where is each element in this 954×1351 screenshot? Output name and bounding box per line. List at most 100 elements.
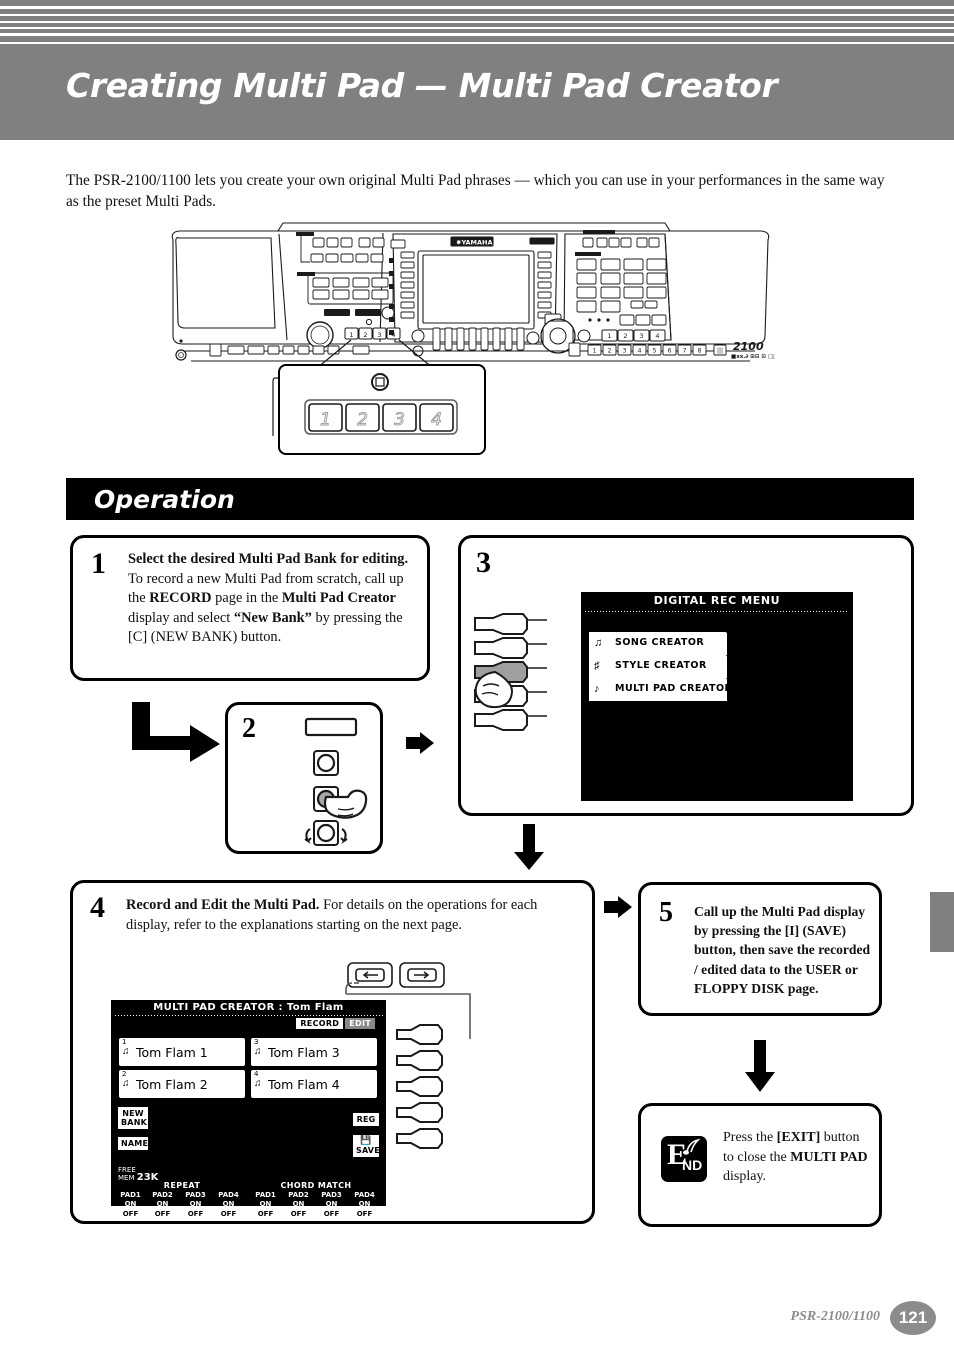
toggle-off-value: OFF xyxy=(352,1210,377,1218)
step-3-lcd-screen: DIGITAL REC MENU ♫ SONG CREATOR ♯ STYLE … xyxy=(581,592,853,801)
svg-text:3: 3 xyxy=(639,332,643,340)
pad-name: Tom Flam 1 xyxy=(136,1045,208,1060)
toggle-pad-label: PAD2 xyxy=(288,1191,309,1199)
chord-match-section-label: CHORD MATCH xyxy=(280,1181,352,1190)
toggle-on-label: ON xyxy=(325,1200,338,1208)
step-1-text: Select the desired Multi Pad Bank for ed… xyxy=(128,551,409,646)
save-button[interactable]: 💾 SAVE xyxy=(353,1135,380,1157)
arrow-step4-to-step5 xyxy=(604,896,632,918)
end-note-text: Press the [EXIT] button to close the MUL… xyxy=(723,1130,868,1184)
pad-voice-icon: ♫ xyxy=(254,1046,262,1057)
pad-voice-icon: ♫ xyxy=(254,1078,262,1089)
free-memory-indicator: FREE MEM 23K xyxy=(118,1167,158,1183)
step-1-box: 1 Select the desired Multi Pad Bank for … xyxy=(70,535,430,681)
toggle-off-value: OFF xyxy=(253,1210,278,1218)
toggle-on-label: ON xyxy=(358,1200,371,1208)
toggle-on-label: ON xyxy=(156,1200,169,1208)
pad-voice-icon: ♫ xyxy=(122,1046,130,1057)
svg-text:■xx.∂ ⊞⊟ ⊡ □□: ■xx.∂ ⊞⊟ ⊡ □□ xyxy=(731,354,775,360)
toggle-off-value: OFF xyxy=(216,1210,241,1218)
svg-text:2: 2 xyxy=(623,332,627,340)
arrow-step2-to-step3 xyxy=(406,732,434,754)
pad-cell-2[interactable]: 2 ♫ Tom Flam 2 xyxy=(118,1069,246,1099)
step-4-number: 4 xyxy=(90,891,105,924)
menu-item-label: MULTI PAD CREATOR xyxy=(615,683,733,694)
style-icon: ♯ xyxy=(594,660,600,672)
tab-record[interactable]: RECORD xyxy=(296,1018,344,1029)
step-2-number: 2 xyxy=(242,713,256,744)
new-bank-button[interactable]: NEW BANK xyxy=(118,1107,148,1129)
footer-page-number: 121 xyxy=(890,1301,936,1335)
menu-item-song-creator[interactable]: ♫ SONG CREATOR xyxy=(589,632,727,655)
step-5-box: 5 Call up the Multi Pad display by press… xyxy=(638,882,882,1016)
pad-name: Tom Flam 2 xyxy=(136,1077,208,1092)
svg-text:8: 8 xyxy=(698,348,702,355)
toggle-on-label: ON xyxy=(259,1200,272,1208)
pad-cell-1[interactable]: 1 ♫ Tom Flam 1 xyxy=(118,1037,246,1067)
tab-edit[interactable]: EDIT xyxy=(345,1018,375,1029)
lcd-title: DIGITAL REC MENU xyxy=(653,594,781,607)
toggle-on-label: ON xyxy=(222,1200,235,1208)
page-title-bar: Creating Multi Pad — Multi Pad Creator xyxy=(0,44,954,140)
toggle-on-label: ON xyxy=(189,1200,202,1208)
toggle-on-label: ON xyxy=(124,1200,137,1208)
lcd-title: MULTI PAD CREATOR : Tom Flam xyxy=(153,1002,344,1013)
toggle-off-value: OFF xyxy=(183,1210,208,1218)
step-4-box: 4 Record and Edit the Multi Pad. For det… xyxy=(70,880,595,1224)
pad-number: 1 xyxy=(122,1038,127,1046)
step-5-number: 5 xyxy=(659,897,673,928)
svg-text:4: 4 xyxy=(655,332,659,340)
floppy-icon: 💾 xyxy=(360,1136,372,1146)
pad-name: Tom Flam 3 xyxy=(268,1045,340,1060)
toggle-on-label: ON xyxy=(292,1200,305,1208)
toggle-pad-label: PAD3 xyxy=(321,1191,342,1199)
svg-text:3: 3 xyxy=(394,410,405,430)
svg-text:1: 1 xyxy=(593,348,597,355)
step-2-panel-graphic xyxy=(304,717,368,846)
svg-text:1: 1 xyxy=(320,410,331,430)
reg-button[interactable]: REG xyxy=(353,1113,379,1126)
svg-text:1: 1 xyxy=(349,331,353,339)
svg-text:✸YAMAHA: ✸YAMAHA xyxy=(456,239,493,247)
step-3-number: 3 xyxy=(476,546,491,579)
toggle-pad-label: PAD1 xyxy=(120,1191,141,1199)
svg-text:2100: 2100 xyxy=(733,340,764,353)
menu-item-multi-pad-creator[interactable]: ♪ MULTI PAD CREATOR xyxy=(589,678,732,701)
toggle-pad-label: PAD1 xyxy=(255,1191,276,1199)
toggle-off-value: OFF xyxy=(150,1210,175,1218)
pad-cell-4[interactable]: 4 ♫ Tom Flam 4 xyxy=(250,1069,378,1099)
operation-section-header: Operation xyxy=(66,478,914,520)
lcd-tab-group: RECORD EDIT xyxy=(296,1018,375,1029)
menu-item-style-creator[interactable]: ♯ STYLE CREATOR xyxy=(589,655,727,678)
svg-text:3: 3 xyxy=(623,348,627,355)
step-4-lcd-screen: MULTI PAD CREATOR : Tom Flam RECORD EDIT… xyxy=(111,1000,386,1218)
step-2-box: 2 xyxy=(225,702,383,854)
pad-cell-3[interactable]: 3 ♫ Tom Flam 3 xyxy=(250,1037,378,1067)
step-3-softbutton-column xyxy=(474,613,547,731)
pad-number: 2 xyxy=(122,1070,127,1078)
repeat-section-label: REPEAT xyxy=(163,1181,201,1190)
svg-text:4: 4 xyxy=(431,410,442,430)
toggle-off-value: OFF xyxy=(319,1210,344,1218)
pad-icon: ♪ xyxy=(594,683,600,695)
end-note-box: E ND Press the [EXIT] button to close th… xyxy=(638,1103,882,1227)
svg-text:2: 2 xyxy=(608,348,612,355)
arrow-step5-to-end xyxy=(745,1040,775,1092)
svg-text:7: 7 xyxy=(683,348,687,355)
step-1-number: 1 xyxy=(91,547,106,580)
toggle-pad-label: PAD4 xyxy=(218,1191,239,1199)
multipad-callout-graphic: 1 2 3 4 xyxy=(304,373,458,435)
end-badge-nd: ND xyxy=(682,1157,703,1173)
intro-paragraph: The PSR-2100/1100 lets you create your o… xyxy=(66,172,885,211)
svg-text:2: 2 xyxy=(363,331,367,339)
page-edge-tab xyxy=(930,892,954,952)
name-button[interactable]: NAME xyxy=(118,1137,148,1150)
svg-text:5: 5 xyxy=(653,348,657,355)
menu-item-label: SONG CREATOR xyxy=(615,637,705,648)
eighth-note-icon xyxy=(683,1138,701,1155)
svg-text:3: 3 xyxy=(377,331,381,339)
toggle-off-value: OFF xyxy=(118,1210,143,1218)
save-button-label: SAVE xyxy=(356,1146,380,1155)
end-badge-icon: E ND xyxy=(661,1136,707,1182)
svg-text:6: 6 xyxy=(668,348,672,355)
